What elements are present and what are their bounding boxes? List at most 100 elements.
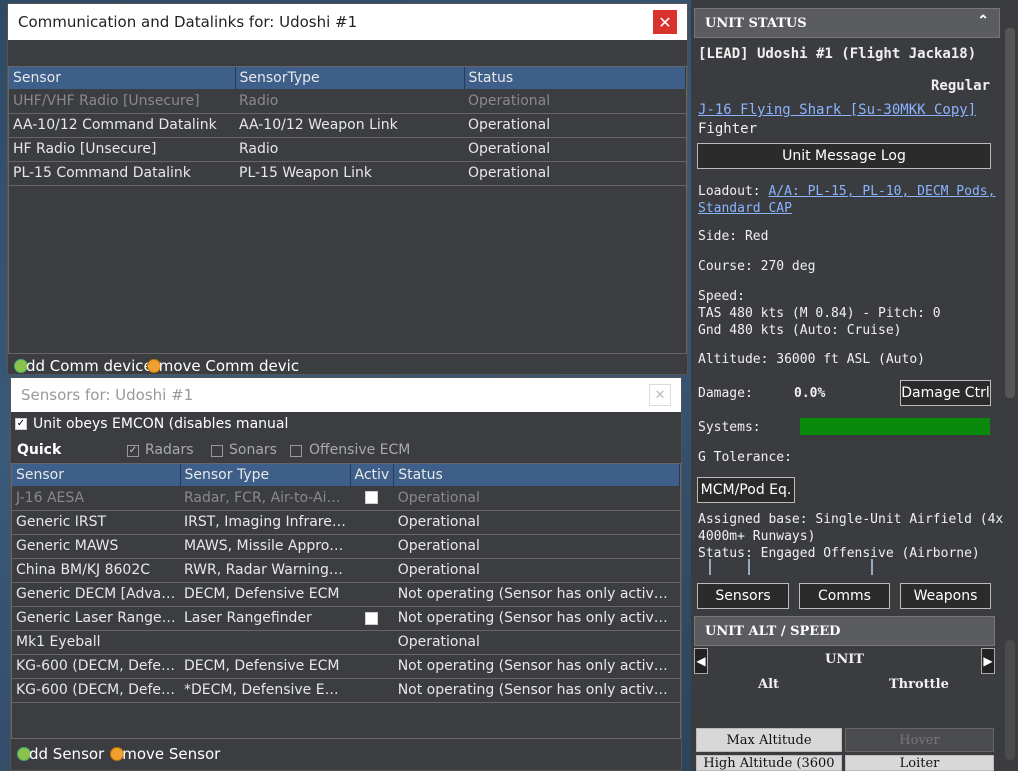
sensor-table-row[interactable]: Generic IRST IRST, Imaging Infrared... Ope… bbox=[12, 510, 680, 535]
comm-footer: dd Comm device move Comm devic bbox=[14, 356, 299, 376]
sensor-cell-type: Radar, FCR, Air-to-Air ... bbox=[180, 486, 350, 511]
message-log-button[interactable]: Unit Message Log bbox=[697, 143, 991, 169]
comm-window-titlebar[interactable]: Communication and Datalinks for: Udoshi … bbox=[8, 4, 687, 40]
assigned-base: Assigned base: Single-Unit Airfield (4x … bbox=[698, 511, 1003, 562]
course-text: Course: 270 deg bbox=[698, 259, 816, 274]
comm-table-row[interactable]: PL-15 Command Datalink PL-15 Weapon Link O… bbox=[9, 161, 686, 186]
sensor-col-status[interactable]: Status bbox=[393, 464, 680, 486]
comm-col-status[interactable]: Status bbox=[464, 67, 686, 89]
sensor-table-row[interactable]: KG-600 (DECM, Defen... *DECM, Defensive E… bbox=[12, 678, 680, 703]
sensor-cell-active bbox=[350, 678, 394, 703]
sensor-cell-active bbox=[350, 582, 394, 607]
collapse-icon[interactable]: ⌃ bbox=[977, 13, 989, 29]
comm-cell-status: Operational bbox=[464, 89, 686, 114]
comm-table: Sensor SensorType Status UHF/VHF Radio [… bbox=[9, 67, 686, 186]
sensor-window-title: Sensors for: Udoshi #1 bbox=[21, 386, 194, 404]
sensor-cell-sensor: Mk1 Eyeball bbox=[12, 630, 180, 655]
loiter-button[interactable]: Loiter bbox=[845, 755, 994, 771]
sensor-table-row[interactable]: Generic Laser Rangefi... Laser Rangefinde… bbox=[12, 606, 680, 631]
alt-speed-header[interactable]: UNIT ALT / SPEED bbox=[694, 616, 995, 646]
quick-ecm-label: Offensive ECM bbox=[309, 442, 411, 458]
active-checkbox[interactable] bbox=[365, 611, 379, 625]
quick-ecm-checkbox[interactable] bbox=[290, 445, 302, 457]
remove-comm-button[interactable]: move Comm devic bbox=[159, 357, 299, 375]
unit-status-title: UNIT STATUS bbox=[705, 15, 807, 31]
sensor-table-row[interactable]: KG-600 (DECM, Defen... DECM, Defensive EC… bbox=[12, 654, 680, 679]
sensor-cell-sensor: Generic MAWS bbox=[12, 534, 180, 559]
sensor-cell-type: RWR, Radar Warning R... bbox=[180, 558, 350, 583]
comm-col-type[interactable]: SensorType bbox=[235, 67, 465, 89]
sensor-grid-area: Sensor Sensor Type Activ Status J-16 AES… bbox=[11, 463, 681, 739]
sensor-col-active[interactable]: Activ bbox=[350, 464, 395, 486]
sensor-cell-status: Operational bbox=[393, 630, 680, 655]
comm-table-row[interactable]: HF Radio [Unsecure] Radio Operational bbox=[9, 137, 686, 162]
alt-speed-scrollbar[interactable] bbox=[1005, 640, 1015, 760]
active-checkbox[interactable] bbox=[365, 491, 379, 505]
comm-col-sensor[interactable]: Sensor bbox=[9, 67, 236, 89]
loadout-link-2[interactable]: Standard CAP bbox=[698, 201, 792, 216]
comm-table-header: Sensor SensorType Status bbox=[9, 67, 686, 89]
sensor-cell-status: Not operating (Sensor has only active mo… bbox=[393, 678, 680, 703]
speed-block: Speed: TAS 480 kts (M 0.84) - Pitch: 0 G… bbox=[698, 288, 941, 339]
sensor-cell-status: Operational bbox=[393, 534, 680, 559]
sensor-col-type[interactable]: Sensor Type bbox=[180, 464, 351, 486]
comm-close-button[interactable]: ✕ bbox=[653, 10, 677, 34]
sensor-cell-type: DECM, Defensive ECM bbox=[180, 582, 350, 607]
unit-status-header[interactable]: UNIT STATUS ⌃ bbox=[694, 8, 1000, 38]
comm-table-row[interactable]: UHF/VHF Radio [Unsecure] Radio Operational bbox=[9, 89, 686, 114]
max-altitude-button[interactable]: Max Altitude bbox=[696, 728, 842, 752]
sensor-cell-active bbox=[350, 510, 394, 535]
quick-radars-checkbox[interactable]: ✓ bbox=[127, 445, 139, 457]
systems-label: Systems: bbox=[698, 420, 761, 435]
sensor-cell-sensor: Generic IRST bbox=[12, 510, 180, 535]
comm-grid-area: Sensor SensorType Status UHF/VHF Radio [… bbox=[8, 66, 687, 354]
sensor-col-sensor[interactable]: Sensor bbox=[12, 464, 181, 486]
sensor-table-row[interactable]: Mk1 Eyeball Operational bbox=[12, 630, 680, 655]
sensor-cell-active bbox=[350, 558, 394, 583]
weapons-button[interactable]: Weapons bbox=[900, 583, 991, 609]
sensor-cell-status: Operational bbox=[393, 510, 680, 535]
comm-cell-sensor: AA-10/12 Command Datalink bbox=[9, 113, 235, 138]
sensor-window-titlebar[interactable]: Sensors for: Udoshi #1 ✕ bbox=[11, 378, 681, 412]
systems-bar-fill bbox=[800, 418, 990, 435]
remove-sensor-button[interactable]: move Sensor bbox=[122, 745, 220, 763]
comm-table-row[interactable]: AA-10/12 Command Datalink AA-10/12 Weapon… bbox=[9, 113, 686, 138]
loadout-label: Loadout: bbox=[698, 184, 761, 199]
loadout-link-1[interactable]: A/A: PL-15, PL-10, DECM Pods, bbox=[768, 184, 995, 199]
comms-button[interactable]: Comms bbox=[799, 583, 890, 609]
quick-sonars-label: Sonars bbox=[229, 442, 277, 458]
next-unit-button[interactable]: ▶ bbox=[981, 648, 995, 674]
sensor-table-row[interactable]: China BM/KJ 8602C RWR, Radar Warning R...… bbox=[12, 558, 680, 583]
sensor-table-row[interactable]: Generic DECM [Advan... DECM, Defensive EC… bbox=[12, 582, 680, 607]
emcon-checkbox[interactable]: ✓ bbox=[15, 418, 27, 430]
damage-ctrl-button[interactable]: Damage Ctrl bbox=[900, 380, 991, 406]
sensor-cell-type: *DECM, Defensive ECM bbox=[180, 678, 350, 703]
quick-label: Quick bbox=[17, 442, 62, 458]
g-tolerance-label: G Tolerance: bbox=[698, 450, 792, 465]
sensor-cell-type: Laser Rangefinder bbox=[180, 606, 350, 631]
mcm-pod-button[interactable]: MCM/Pod Eq. bbox=[697, 477, 795, 503]
sensor-table-row[interactable]: J-16 AESA Radar, FCR, Air-to-Air ... Opera… bbox=[12, 486, 680, 511]
sensor-cell-status: Not operating (Sensor has only active mo… bbox=[393, 582, 680, 607]
loadout-row: Loadout: A/A: PL-15, PL-10, DECM Pods, S… bbox=[698, 183, 995, 217]
damage-label: Damage: bbox=[698, 386, 753, 401]
tick-mark bbox=[748, 559, 750, 575]
add-comm-button[interactable]: dd Comm device bbox=[26, 357, 153, 375]
systems-bar bbox=[800, 418, 990, 435]
quick-sonars-checkbox[interactable] bbox=[211, 445, 223, 457]
add-sensor-button[interactable]: dd Sensor bbox=[29, 745, 104, 763]
sensor-window: Sensors for: Udoshi #1 ✕ ✓ Unit obeys EM… bbox=[10, 377, 682, 771]
sensors-button[interactable]: Sensors bbox=[697, 583, 789, 609]
unit-label: UNIT bbox=[825, 652, 864, 667]
emcon-row: ✓ Unit obeys EMCON (disables manual bbox=[15, 416, 288, 432]
comm-cell-type: AA-10/12 Weapon Link bbox=[235, 113, 464, 138]
sensor-cell-status: Not operating (Sensor has only active mo… bbox=[393, 606, 680, 631]
high-altitude-button[interactable]: High Altitude (3600 bbox=[696, 755, 842, 771]
comm-window: Communication and Datalinks for: Udoshi … bbox=[7, 3, 688, 375]
status-scrollbar[interactable] bbox=[1005, 28, 1015, 398]
aircraft-link[interactable]: J-16 Flying Shark [Su-30MKK Copy] bbox=[698, 102, 976, 118]
sensor-table-row[interactable]: Generic MAWS MAWS, Missile Approa... Opera… bbox=[12, 534, 680, 559]
sensor-close-button[interactable]: ✕ bbox=[649, 384, 671, 406]
hover-button[interactable]: Hover bbox=[845, 728, 994, 752]
sensor-cell-active bbox=[350, 486, 394, 511]
